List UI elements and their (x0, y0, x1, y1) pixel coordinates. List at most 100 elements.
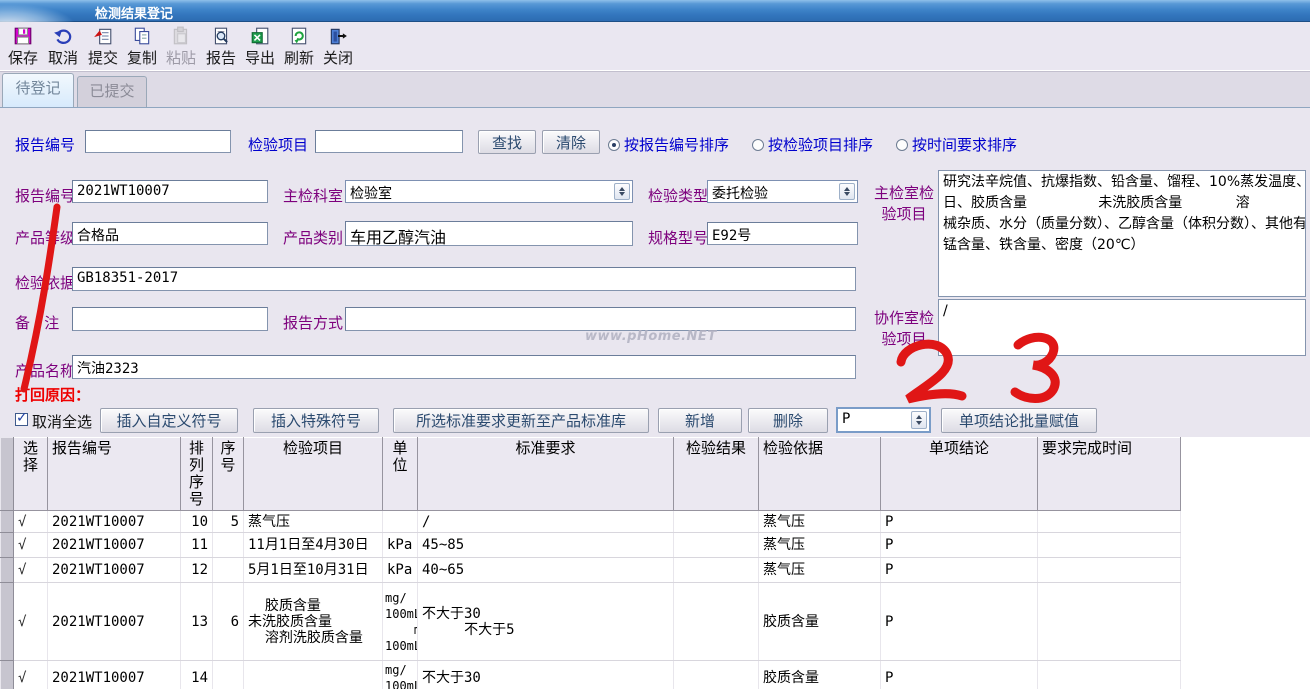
cell-standard[interactable]: 45~85 (418, 533, 674, 558)
grid-row[interactable]: √ 2021WT10007 11 11月1日至4月30日 kPa 45~85 蒸… (1, 533, 1181, 558)
cell-order-no[interactable]: 11 (181, 533, 213, 558)
cell-report-no[interactable]: 2021WT10007 (48, 583, 181, 661)
cell-order-no[interactable]: 10 (181, 511, 213, 533)
add-button[interactable]: 新增 (658, 408, 742, 433)
cell-basis[interactable]: 蒸气压 (759, 558, 881, 583)
cell-item[interactable]: 5月1日至10月31日 (244, 558, 383, 583)
clear-button[interactable]: 清除 (542, 130, 600, 154)
sort-by-time-radio[interactable]: 按时间要求排序 (896, 134, 1017, 155)
cell-order-no[interactable]: 13 (181, 583, 213, 661)
col-conclusion[interactable]: 单项结论 (881, 438, 1038, 511)
spec-model-input[interactable]: E92号 (707, 222, 858, 245)
submit-button[interactable]: 提交 (84, 24, 122, 70)
col-unit[interactable]: 单位 (383, 438, 418, 511)
cancel-button[interactable]: 取消 (44, 24, 82, 70)
main-items-textarea[interactable]: 研究法辛烷值、抗爆指数、铅含量、馏程、10%蒸发温度、50%蒸 日、胶质含量 未… (938, 170, 1306, 297)
product-name-input[interactable]: 汽油2323 (72, 355, 856, 379)
col-item[interactable]: 检验项目 (244, 438, 383, 511)
report-no-input[interactable]: 2021WT10007 (72, 180, 268, 203)
insert-special-symbol-button[interactable]: 插入特殊符号 (253, 408, 379, 433)
cell-report-no[interactable]: 2021WT10007 (48, 661, 181, 689)
cell-basis[interactable]: 蒸气压 (759, 511, 881, 533)
cell-conclusion[interactable]: P (881, 583, 1038, 661)
copy-button[interactable]: 复制 (123, 24, 161, 70)
cell-basis[interactable]: 蒸气压 (759, 533, 881, 558)
cell-basis[interactable]: 胶质含量 (759, 661, 881, 689)
report-method-input[interactable] (345, 307, 856, 331)
cell-due[interactable] (1038, 511, 1181, 533)
col-standard[interactable]: 标准要求 (418, 438, 674, 511)
cell-standard[interactable]: / (418, 511, 674, 533)
cell-result[interactable] (674, 583, 759, 661)
insert-custom-symbol-button[interactable]: 插入自定义符号 (100, 408, 238, 433)
sort-by-item-radio[interactable]: 按检验项目排序 (752, 134, 873, 155)
combo-spinner-icon[interactable] (614, 183, 630, 200)
collab-items-textarea[interactable]: / (938, 299, 1306, 356)
cell-select[interactable]: √ (14, 661, 48, 689)
cell-conclusion[interactable]: P (881, 511, 1038, 533)
cell-due[interactable] (1038, 533, 1181, 558)
sort-by-report-no-radio[interactable]: 按报告编号排序 (608, 134, 729, 155)
cell-select[interactable]: √ (14, 533, 48, 558)
cell-standard[interactable]: 不大于30 不大于5 (418, 583, 674, 661)
cell-report-no[interactable]: 2021WT10007 (48, 533, 181, 558)
grid-row[interactable]: √ 2021WT10007 14 mg/ 100mL 不大于30 胶质含量 P (1, 661, 1181, 689)
cell-seq[interactable]: 6 (213, 583, 244, 661)
cell-result[interactable] (674, 511, 759, 533)
tab-pending[interactable]: 待登记 (2, 73, 74, 107)
refresh-button[interactable]: 刷新 (280, 24, 318, 70)
cancel-select-all-checkbox[interactable] (15, 413, 28, 426)
col-due[interactable]: 要求完成时间 (1038, 438, 1181, 511)
col-result[interactable]: 检验结果 (674, 438, 759, 511)
cell-unit[interactable]: mg/ 100mL (383, 661, 418, 689)
cell-basis[interactable]: 胶质含量 (759, 583, 881, 661)
update-standard-lib-button[interactable]: 所选标准要求更新至产品标准库 (393, 408, 649, 433)
col-basis[interactable]: 检验依据 (759, 438, 881, 511)
col-select[interactable]: 选择 (14, 438, 48, 511)
cell-report-no[interactable]: 2021WT10007 (48, 511, 181, 533)
product-category-input[interactable]: 车用乙醇汽油 (345, 221, 633, 246)
cell-due[interactable] (1038, 583, 1181, 661)
cell-select[interactable]: √ (14, 583, 48, 661)
grid-row[interactable]: √ 2021WT10007 13 6 胶质含量 未洗胶质含量 溶剂洗胶质含量 m… (1, 583, 1181, 661)
cell-item[interactable]: 蒸气压 (244, 511, 383, 533)
cell-conclusion[interactable]: P (881, 533, 1038, 558)
remark-input[interactable] (72, 307, 268, 331)
col-report-no[interactable]: 报告编号 (48, 438, 181, 511)
cell-unit[interactable]: kPa (383, 558, 418, 583)
cell-item[interactable] (244, 661, 383, 689)
cell-seq[interactable] (213, 533, 244, 558)
grid-row[interactable]: √ 2021WT10007 12 5月1日至10月31日 kPa 40~65 蒸… (1, 558, 1181, 583)
combo-spinner-icon[interactable] (911, 411, 927, 429)
col-seq[interactable]: 序号 (213, 438, 244, 511)
cell-seq[interactable]: 5 (213, 511, 244, 533)
search-item-input[interactable] (315, 130, 463, 153)
combo-spinner-icon[interactable] (839, 183, 855, 200)
grid-row[interactable]: √ 2021WT10007 10 5 蒸气压 / 蒸气压 P (1, 511, 1181, 533)
cell-item[interactable]: 胶质含量 未洗胶质含量 溶剂洗胶质含量 (244, 583, 383, 661)
close-button[interactable]: 关闭 (319, 24, 357, 70)
report-button[interactable]: 报告 (202, 24, 240, 70)
tab-submitted[interactable]: 已提交 (77, 76, 147, 107)
save-button[interactable]: 保存 (4, 24, 42, 70)
cell-due[interactable] (1038, 558, 1181, 583)
cell-select[interactable]: √ (14, 558, 48, 583)
cell-order-no[interactable]: 12 (181, 558, 213, 583)
cell-conclusion[interactable]: P (881, 558, 1038, 583)
search-report-no-input[interactable] (85, 130, 231, 153)
cell-standard[interactable]: 不大于30 (418, 661, 674, 689)
cell-result[interactable] (674, 533, 759, 558)
cell-result[interactable] (674, 661, 759, 689)
main-dept-combobox[interactable]: 检验室 (345, 180, 633, 203)
inspect-type-combobox[interactable]: 委托检验 (707, 180, 858, 203)
cell-item[interactable]: 11月1日至4月30日 (244, 533, 383, 558)
cell-seq[interactable] (213, 558, 244, 583)
cell-standard[interactable]: 40~65 (418, 558, 674, 583)
inspect-basis-input[interactable]: GB18351-2017 (72, 267, 856, 291)
cell-unit[interactable] (383, 511, 418, 533)
conclusion-combobox[interactable]: P (836, 407, 931, 433)
cell-select[interactable]: √ (14, 511, 48, 533)
cell-order-no[interactable]: 14 (181, 661, 213, 689)
delete-button[interactable]: 删除 (748, 408, 828, 433)
cell-unit[interactable]: mg/ 100mL mg/ 100mL (383, 583, 418, 661)
